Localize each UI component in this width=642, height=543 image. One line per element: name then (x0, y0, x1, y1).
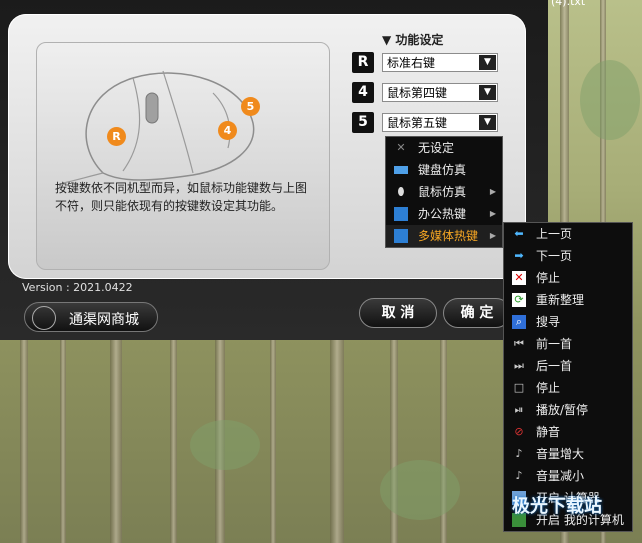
office-icon (394, 207, 408, 221)
next-track-icon: ⏭ (514, 359, 524, 372)
menu-item-office[interactable]: 办公热键 ▶ (386, 203, 502, 225)
arrow-right-icon: ➡ (514, 249, 524, 262)
submenu-item-label: 后一首 (536, 359, 573, 373)
menu-item-label: 无设定 (418, 141, 455, 155)
button-count-note: 按键数依不同机型而异，如鼠标功能键数与上图不符，则只能依现有的按键数设定其功能。 (55, 181, 308, 213)
submenu-item[interactable]: ⏮ 前一首 (504, 333, 632, 355)
mute-icon: ⊘ (514, 425, 524, 438)
chevron-down-icon[interactable]: ▼ (479, 55, 496, 70)
cart-icon (32, 306, 56, 330)
arrow-left-icon: ⬅ (514, 227, 524, 240)
submenu-item-label: 音量增大 (536, 447, 585, 461)
previous-track-icon: ⏮ (514, 337, 524, 350)
submenu-item[interactable]: ♪ 音量增大 (504, 443, 632, 465)
media-stop-icon: □ (513, 381, 525, 394)
menu-item-keyboard[interactable]: 键盘仿真 (386, 159, 502, 181)
menu-item-no-setting[interactable]: ✕ 无设定 (386, 137, 502, 159)
submenu-item[interactable]: ✕ 停止 (504, 267, 632, 289)
badge-button-4: 4 (218, 121, 237, 140)
shop-button[interactable]: 通渠网商城 (24, 302, 158, 332)
menu-item-label: 多媒体热键 (418, 229, 479, 243)
submenu-item[interactable]: ♪ 音量减小 (504, 465, 632, 487)
menu-item-label: 鼠标仿真 (418, 185, 467, 199)
key-label-5: 5 (352, 112, 374, 133)
select-4-value: 鼠标第四键 (387, 86, 448, 100)
search-icon: ⌕ (512, 315, 526, 329)
select-4[interactable]: 鼠标第四键 ▼ (382, 83, 498, 102)
submenu-item-label: 停止 (536, 381, 561, 395)
chevron-down-icon[interactable]: ▼ (479, 115, 496, 130)
chevron-down-icon[interactable]: ▼ (479, 85, 496, 100)
badge-button-5: 5 (241, 97, 260, 116)
submenu-arrow-icon: ▶ (489, 231, 496, 240)
submenu-item[interactable]: ⟳ 重新整理 (504, 289, 632, 311)
key-label-4: 4 (352, 82, 374, 103)
refresh-icon: ⟳ (512, 293, 526, 307)
ok-button[interactable]: 确 定 (443, 298, 511, 328)
select-r[interactable]: 标准右键 ▼ (382, 53, 498, 72)
multimedia-submenu: ⬅ 上一页 ➡ 下一页 ✕ 停止 ⟳ 重新整理 ⌕ 搜寻 ⏮ 前一首 ⏭ 后一首 □ 停止 ⏯ 播… (503, 222, 633, 532)
submenu-item[interactable]: □ 停止 (504, 377, 632, 399)
submenu-item[interactable]: ➡ 下一页 (504, 245, 632, 267)
volume-down-icon: ♪ (515, 469, 523, 482)
menu-item-multimedia[interactable]: 多媒体热键 ▶ (386, 225, 502, 247)
file-label: (4).txt (551, 0, 586, 8)
select-5-value: 鼠标第五键 (387, 116, 448, 130)
no-setting-icon: ✕ (396, 141, 406, 154)
submenu-item[interactable]: ⏭ 后一首 (504, 355, 632, 377)
play-pause-icon: ⏯ (514, 403, 524, 416)
submenu-item-label: 重新整理 (536, 293, 585, 307)
mouse-illustration-box: R 4 5 按键数依不同机型而异，如鼠标功能键数与上图不符，则只能依现有的按键数… (36, 42, 330, 270)
mouse-illustration (62, 70, 255, 183)
submenu-item-label: 前一首 (536, 337, 573, 351)
shop-button-label: 通渠网商城 (69, 312, 139, 328)
menu-item-label: 键盘仿真 (418, 163, 467, 177)
submenu-item-label: 上一页 (536, 227, 573, 241)
submenu-item-label: 下一页 (536, 249, 573, 263)
submenu-item-label: 静音 (536, 425, 561, 439)
volume-up-icon: ♪ (515, 447, 523, 460)
submenu-item[interactable]: ⊘ 静音 (504, 421, 632, 443)
key-label-r: R (352, 52, 374, 73)
select-r-value: 标准右键 (387, 56, 436, 70)
submenu-item-label: 搜寻 (536, 315, 561, 329)
submenu-item-label: 播放/暂停 (536, 403, 589, 417)
submenu-item-label: 停止 (536, 271, 561, 285)
site-watermark: 极光下载站 (512, 496, 602, 517)
submenu-item[interactable]: ⬅ 上一页 (504, 223, 632, 245)
function-menu: ✕ 无设定 键盘仿真 ⬮ 鼠标仿真 ▶ 办公热键 ▶ 多媒体热键 ▶ (385, 136, 503, 248)
keyboard-icon (394, 166, 408, 174)
menu-item-label: 办公热键 (418, 207, 467, 221)
submenu-arrow-icon: ▶ (489, 187, 496, 196)
menu-item-mouse[interactable]: ⬮ 鼠标仿真 ▶ (386, 181, 502, 203)
cancel-button[interactable]: 取 消 (359, 298, 437, 328)
stop-icon: ✕ (512, 271, 526, 285)
submenu-item-label: 音量减小 (536, 469, 585, 483)
version-text: Version : 2021.0422 (22, 281, 133, 294)
function-settings-title: ▼ 功能设定 (382, 33, 444, 47)
badge-right-button: R (107, 127, 126, 146)
submenu-item[interactable]: ⏯ 播放/暂停 (504, 399, 632, 421)
select-5[interactable]: 鼠标第五键 ▼ (382, 113, 498, 132)
multimedia-icon (394, 229, 408, 243)
submenu-arrow-icon: ▶ (489, 209, 496, 218)
mouse-icon: ⬮ (397, 185, 405, 198)
submenu-item[interactable]: ⌕ 搜寻 (504, 311, 632, 333)
